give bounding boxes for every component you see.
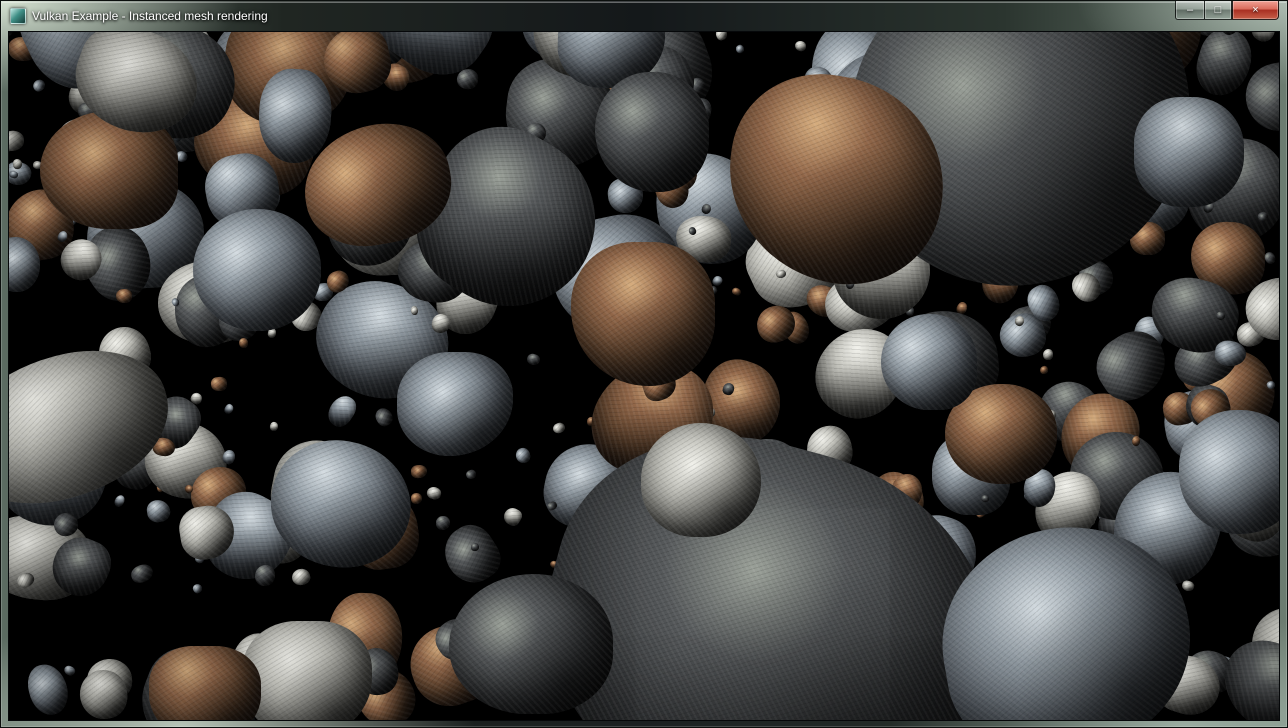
- minimize-button[interactable]: –: [1175, 1, 1204, 20]
- titlebar-highlight: [2, 2, 1286, 3]
- rock-mesh-instance: [714, 31, 728, 42]
- rock-mesh-instance: [595, 72, 709, 192]
- rock-mesh-instance: [397, 352, 513, 456]
- rock-mesh-instance: [1134, 97, 1244, 207]
- rock-mesh-instance: [268, 421, 278, 432]
- close-button[interactable]: ×: [1232, 1, 1279, 20]
- rock-mesh-instance: [641, 423, 761, 537]
- rock-mesh-instance: [1248, 31, 1279, 45]
- minimize-icon: –: [1187, 4, 1193, 16]
- rock-mesh-instance: [435, 516, 449, 530]
- window-title: Vulkan Example - Instanced mesh renderin…: [32, 9, 268, 23]
- app-window: Vulkan Example - Instanced mesh renderin…: [0, 0, 1288, 728]
- rock-mesh-instance: [525, 353, 541, 367]
- maximize-icon: □: [1215, 4, 1222, 16]
- rock-mesh-instance: [735, 44, 745, 55]
- rock-mesh-instance: [545, 718, 567, 721]
- rock-mesh-instance: [449, 574, 613, 714]
- rock-mesh-instance: [571, 242, 715, 386]
- rock-mesh-instance: [731, 286, 742, 296]
- rock-mesh-instance: [411, 493, 422, 504]
- maximize-button[interactable]: □: [1204, 1, 1232, 20]
- rock-mesh-instance: [116, 289, 132, 303]
- rock-mesh-instance: [501, 505, 524, 529]
- rock-mesh-instance: [1039, 366, 1048, 375]
- rock-mesh-instance: [128, 561, 155, 585]
- rock-mesh-instance: [410, 465, 427, 480]
- caption-buttons: – □ ×: [1175, 1, 1279, 20]
- rock-mesh-instance: [1263, 251, 1277, 266]
- rock-mesh-instance: [242, 621, 372, 721]
- rock-mesh-instance: [1043, 348, 1054, 359]
- rock-mesh-instance: [191, 582, 203, 594]
- rock-mesh-instance: [323, 391, 361, 431]
- title-bar[interactable]: Vulkan Example - Instanced mesh renderin…: [1, 1, 1287, 31]
- rock-mesh-instance: [145, 499, 171, 524]
- rock-mesh-instance: [12, 159, 22, 169]
- rock-mesh-instance: [223, 403, 235, 415]
- rock-mesh-instance: [551, 421, 565, 434]
- rock-mesh-instance: [8, 130, 24, 153]
- rock-mesh-instance: [255, 565, 275, 586]
- rock-mesh-instance: [425, 485, 441, 500]
- app-icon: [10, 8, 26, 24]
- rock-mesh-instance: [211, 377, 228, 392]
- rock-mesh-instance: [239, 338, 248, 348]
- rock-mesh-instance: [373, 405, 396, 429]
- rock-mesh-instance: [63, 664, 76, 677]
- rock-mesh-instance: [290, 567, 311, 587]
- rock-mesh-instance: [794, 40, 807, 52]
- rock-mesh-instance: [112, 494, 126, 509]
- rock-mesh-instance: [149, 646, 261, 721]
- render-viewport[interactable]: [8, 31, 1280, 721]
- rock-mesh-instance: [193, 209, 321, 331]
- rock-mesh-instance: [31, 78, 47, 93]
- close-icon: ×: [1252, 4, 1258, 16]
- rock-mesh-instance: [881, 314, 977, 410]
- rock-mesh-instance: [515, 447, 532, 465]
- rock-mesh-instance: [466, 469, 478, 480]
